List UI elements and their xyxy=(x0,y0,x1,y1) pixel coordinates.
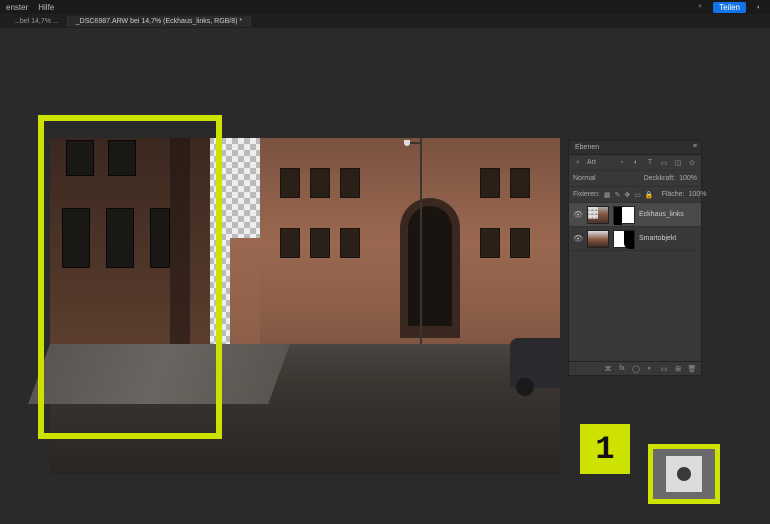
search-icon[interactable]: ⌕ xyxy=(695,2,705,12)
filter-smart-icon[interactable]: ◫ xyxy=(673,158,683,168)
layer-mask-thumbnail[interactable] xyxy=(613,206,635,224)
group-icon[interactable]: ▭ xyxy=(659,364,669,374)
layer-thumbnail[interactable] xyxy=(587,230,609,248)
share-button[interactable]: Teilen xyxy=(713,2,746,13)
mask-button-callout xyxy=(648,444,720,504)
blend-opacity-row: Normal Deckkraft: 100% xyxy=(569,171,701,187)
layer-mask-thumbnail[interactable] xyxy=(613,230,635,248)
opacity-label: Deckkraft: xyxy=(644,175,676,182)
search-icon[interactable]: ⌕ xyxy=(573,158,583,168)
filter-image-icon[interactable]: ▫ xyxy=(617,158,627,168)
fill-label: Fläche: xyxy=(662,191,685,198)
step-number: 1 xyxy=(595,431,614,468)
trash-icon[interactable]: 🗑 xyxy=(687,364,697,374)
layer-thumbnail[interactable] xyxy=(587,206,609,224)
layer-list: 👁 Eckhaus_links 👁 Smartobjekt xyxy=(569,203,701,361)
layer-name[interactable]: Eckhaus_links xyxy=(639,211,684,218)
opacity-value[interactable]: 100% xyxy=(679,175,697,182)
document-tab[interactable]: ...bel 14,7% ... xyxy=(6,16,68,27)
lock-trans-icon[interactable]: ▦ xyxy=(604,190,611,200)
mask-icon[interactable]: ◯ xyxy=(631,364,641,374)
account-icon[interactable]: ◐ xyxy=(754,2,764,12)
workspace: Ebenen ≡ ⌕ Art ▫ ◐ T ▭ ◫ ⊙ Normal Deckkr… xyxy=(0,28,770,524)
visibility-icon[interactable]: 👁 xyxy=(573,210,583,219)
filter-type-label[interactable]: Art xyxy=(587,159,596,166)
image-car xyxy=(510,338,560,388)
menu-window[interactable]: enster xyxy=(6,3,28,12)
document-tabs: ...bel 14,7% ... _DSC6987.ARW bei 14,7% … xyxy=(0,14,770,28)
filter-text-icon[interactable]: T xyxy=(645,158,655,168)
mask-icon xyxy=(666,456,702,492)
layer-name[interactable]: Smartobjekt xyxy=(639,235,676,242)
filter-toggle-icon[interactable]: ⊙ xyxy=(687,158,697,168)
new-layer-icon[interactable]: ⊞ xyxy=(673,364,683,374)
layer-filter-row: ⌕ Art ▫ ◐ T ▭ ◫ ⊙ xyxy=(569,155,701,171)
lock-fill-row: Fixieren: ▦ ✎ ✥ ▭ 🔒 Fläche: 100% xyxy=(569,187,701,203)
fx-icon[interactable]: fx xyxy=(617,364,627,374)
filter-adjust-icon[interactable]: ◐ xyxy=(631,158,641,168)
menu-bar: enster Hilfe ⌕ Teilen ◐ xyxy=(0,0,770,14)
canvas[interactable] xyxy=(50,138,560,474)
lock-move-icon[interactable]: ✥ xyxy=(624,190,630,200)
fill-value[interactable]: 100% xyxy=(689,191,707,198)
menu-help[interactable]: Hilfe xyxy=(38,3,54,12)
document-tab-active[interactable]: _DSC6987.ARW bei 14,7% (Eckhaus_links, R… xyxy=(68,16,251,27)
filter-shape-icon[interactable]: ▭ xyxy=(659,158,669,168)
lock-all-icon[interactable]: 🔒 xyxy=(645,190,654,200)
image-archway xyxy=(400,198,460,338)
layer-item[interactable]: 👁 Smartobjekt xyxy=(569,227,701,251)
layers-panel: Ebenen ≡ ⌕ Art ▫ ◐ T ▭ ◫ ⊙ Normal Deckkr… xyxy=(568,140,702,376)
lock-label: Fixieren: xyxy=(573,191,600,198)
blend-mode-select[interactable]: Normal xyxy=(573,175,596,182)
lock-artboard-icon[interactable]: ▭ xyxy=(634,190,641,200)
link-layers-icon[interactable]: ⌘ xyxy=(603,364,613,374)
step-number-badge: 1 xyxy=(580,424,630,474)
panel-menu-icon[interactable]: ≡ xyxy=(693,143,697,150)
visibility-icon[interactable]: 👁 xyxy=(573,234,583,243)
panel-tab-bar: Ebenen ≡ xyxy=(569,141,701,155)
lock-brush-icon[interactable]: ✎ xyxy=(614,190,620,200)
image-road xyxy=(50,344,560,474)
layer-item[interactable]: 👁 Eckhaus_links xyxy=(569,203,701,227)
panel-tab-layers[interactable]: Ebenen xyxy=(575,144,599,151)
panel-footer: ⌘ fx ◯ ◐ ▭ ⊞ 🗑 xyxy=(569,361,701,375)
image-streetlamp xyxy=(420,138,422,358)
adjustment-icon[interactable]: ◐ xyxy=(645,364,655,374)
